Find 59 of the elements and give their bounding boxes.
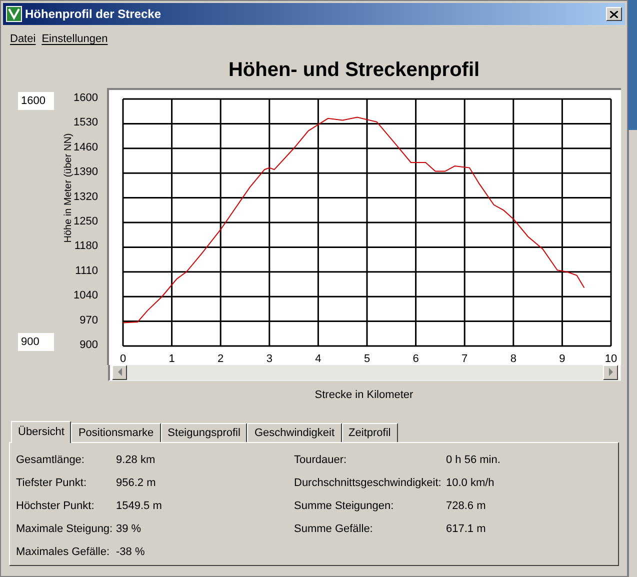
scroll-left-button[interactable]	[112, 364, 127, 380]
x-tick-label: 6	[412, 352, 419, 364]
menu-item[interactable]: Datei	[10, 31, 36, 48]
stat-value: 10.0 km/h	[446, 476, 494, 490]
min-height-field[interactable]: 900	[18, 332, 54, 350]
close-button[interactable]	[606, 7, 622, 21]
scroll-right-button[interactable]	[603, 364, 618, 380]
x-tick-label: 5	[364, 352, 370, 364]
stat-value: -38 %	[116, 545, 145, 559]
stat-label: Gesamtlänge:	[16, 453, 86, 467]
y-tick-label: 970	[80, 314, 98, 326]
stat-label: Summe Gefälle:	[294, 522, 374, 536]
y-tick-label: 1040	[74, 289, 98, 302]
y-tick-label: 1460	[74, 140, 98, 153]
window-title: Höhenprofil der Strecke	[25, 6, 162, 23]
stat-value: 1549.5 m	[116, 499, 162, 513]
tab[interactable]: Steigungsprofil	[160, 423, 248, 442]
x-tick-label: 7	[462, 352, 468, 364]
tab[interactable]: Positionsmarke	[71, 423, 161, 442]
stat-value: 9.28 km	[116, 453, 156, 467]
y-tick-label: 1250	[74, 215, 98, 227]
stat-label: Maximale Steigung:	[16, 522, 114, 536]
app-icon	[6, 6, 22, 22]
x-tick-label: 9	[559, 352, 566, 364]
y-tick-label: 1390	[74, 166, 98, 178]
close-icon	[610, 10, 618, 18]
stat-value: 39 %	[116, 522, 142, 536]
y-tick-label: 1320	[74, 190, 98, 202]
x-tick-label: 0	[120, 352, 126, 364]
stat-label: Tiefster Punkt:	[16, 476, 88, 490]
stat-label: Maximales Gefälle:	[16, 545, 111, 559]
y-tick-label: 1600	[74, 92, 98, 104]
x-tick-label: 1	[168, 352, 175, 364]
y-tick-label: 900	[80, 338, 98, 350]
horizontal-scrollbar[interactable]	[112, 364, 618, 380]
y-axis-label: Höhe in Meter (über NN)	[63, 132, 74, 242]
tab[interactable]: Geschwindigkeit	[247, 423, 342, 442]
y-tick-label: 1180	[74, 240, 98, 252]
stat-value: 0 h 56 min.	[446, 453, 500, 467]
y-tick-label: 1530	[74, 116, 98, 128]
x-tick-label: 2	[218, 352, 224, 364]
tab[interactable]: Übersicht	[11, 421, 72, 443]
stat-value: 728.6 m	[446, 499, 486, 513]
tab[interactable]: Zeitprofil	[342, 423, 398, 442]
chart-title: Höhen- und Streckenprofil	[228, 58, 480, 80]
x-tick-label: 4	[315, 352, 322, 364]
y-tick-label: 1110	[75, 264, 98, 276]
x-tick-label: 8	[510, 352, 516, 364]
x-tick-label: 10	[604, 352, 618, 364]
x-axis-label: Strecke in Kilometer	[314, 388, 414, 400]
stat-label: Höchster Punkt:	[16, 499, 96, 513]
stat-label: Tourdauer:	[294, 453, 348, 467]
stat-label: Durchschnittsgeschwindigkeit:	[294, 476, 442, 490]
menu-item[interactable]: Einstellungen	[42, 31, 108, 48]
stat-value: 617.1 m	[446, 522, 486, 536]
stat-label: Summe Steigungen:	[294, 499, 395, 513]
stat-value: 956.2 m	[116, 476, 156, 490]
x-tick-label: 3	[266, 352, 272, 364]
max-height-field[interactable]: 1600	[18, 92, 54, 110]
